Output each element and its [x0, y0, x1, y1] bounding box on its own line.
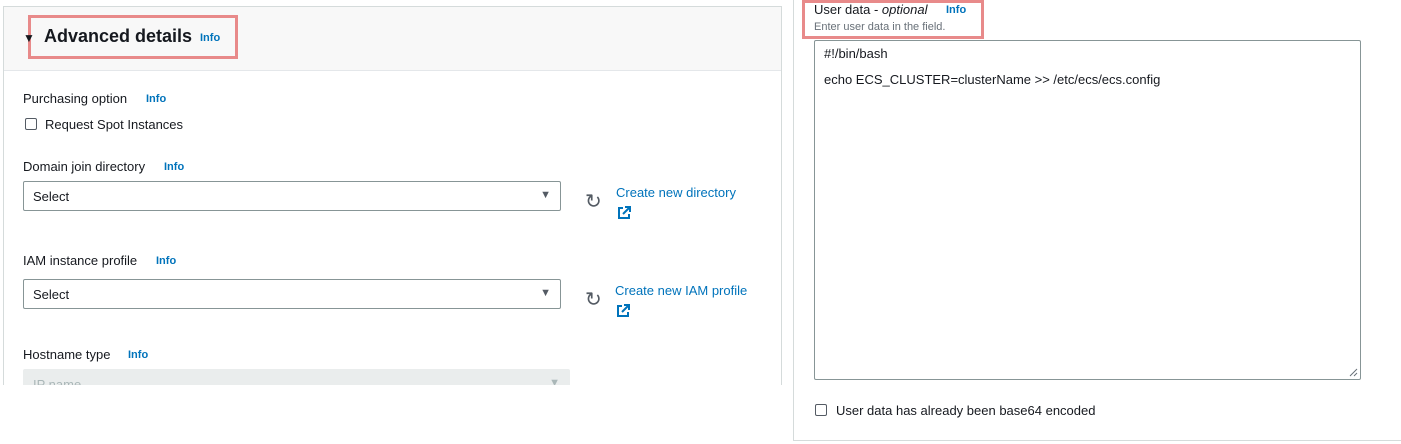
dropdown-arrow-icon: ▼ — [549, 377, 560, 385]
domain-join-directory-value: Select — [33, 189, 70, 204]
purchasing-option-info-link[interactable]: Info — [146, 93, 166, 105]
user-data-info-link[interactable]: Info — [946, 4, 966, 16]
hostname-type-info-link[interactable]: Info — [128, 349, 148, 361]
user-data-label-text: User data - — [814, 2, 882, 17]
domain-join-directory-info-link[interactable]: Info — [164, 161, 184, 173]
request-spot-instances-checkbox[interactable] — [25, 118, 37, 130]
user-data-textarea[interactable]: #!/bin/bash echo ECS_CLUSTER=clusterName… — [814, 40, 1361, 380]
resize-handle-icon[interactable] — [1348, 367, 1358, 377]
iam-instance-profile-value: Select — [33, 287, 70, 302]
base64-encoded-checkbox[interactable] — [815, 404, 827, 416]
caret-down-icon[interactable]: ▼ — [23, 31, 35, 45]
create-new-directory-link[interactable]: Create new directory — [616, 185, 736, 200]
refresh-icon[interactable]: ↻ — [585, 290, 602, 310]
iam-instance-profile-info-link[interactable]: Info — [156, 255, 176, 267]
iam-instance-profile-label: IAM instance profile — [23, 253, 138, 268]
external-link-icon[interactable] — [615, 303, 631, 319]
hostname-type-label: Hostname type — [23, 347, 111, 362]
dropdown-arrow-icon: ▼ — [540, 287, 551, 299]
advanced-details-info-link[interactable]: Info — [200, 32, 220, 44]
purchasing-option-label: Purchasing option — [23, 91, 128, 106]
user-data-hint: Enter user data in the field. — [814, 21, 946, 33]
domain-join-directory-select[interactable]: Select ▼ — [23, 181, 561, 211]
iam-instance-profile-select[interactable]: Select ▼ — [23, 279, 561, 309]
create-new-iam-profile-link[interactable]: Create new IAM profile — [615, 283, 747, 298]
domain-join-directory-label: Domain join directory — [23, 159, 146, 174]
user-data-optional-text: optional — [881, 2, 928, 17]
user-data-line: #!/bin/bash — [824, 46, 888, 61]
advanced-details-panel: ▼ Advanced details Info Purchasing optio… — [3, 6, 782, 385]
user-data-line: echo ECS_CLUSTER=clusterName >> /etc/ecs… — [824, 72, 1161, 87]
advanced-details-title: Advanced details — [44, 26, 193, 46]
dropdown-arrow-icon: ▼ — [540, 189, 551, 201]
hostname-type-select[interactable]: IP name ▼ — [23, 369, 570, 385]
user-data-label: User data - optional — [814, 2, 927, 17]
base64-encoded-label: User data has already been base64 encode… — [836, 403, 1096, 418]
request-spot-instances-label: Request Spot Instances — [45, 117, 184, 132]
refresh-icon[interactable]: ↻ — [585, 192, 602, 212]
external-link-icon[interactable] — [616, 205, 632, 221]
hostname-type-value: IP name — [33, 377, 82, 385]
